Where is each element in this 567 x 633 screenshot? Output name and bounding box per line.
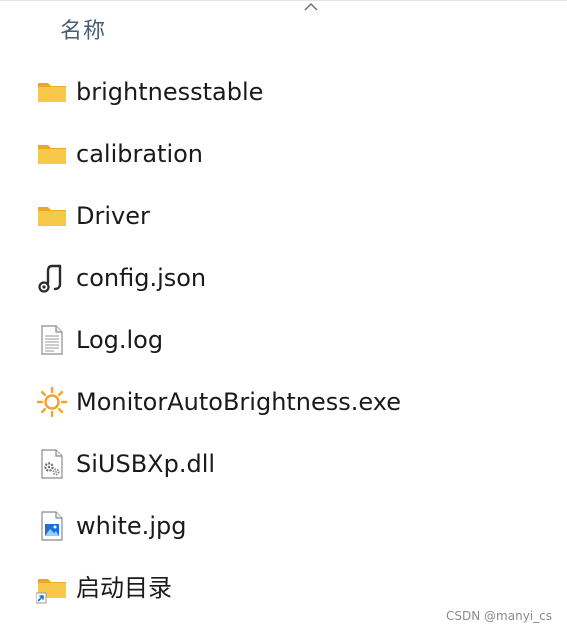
sort-ascending-icon[interactable] <box>303 1 319 11</box>
text-file-icon <box>36 324 68 356</box>
file-item-config-json[interactable]: config.json <box>0 247 567 309</box>
file-item-log-log[interactable]: Log.log <box>0 309 567 371</box>
file-item-white-jpg[interactable]: white.jpg <box>0 495 567 557</box>
file-name: calibration <box>76 140 204 168</box>
column-header-name[interactable]: 名称 <box>60 13 106 45</box>
file-name: 启动目录 <box>76 574 172 602</box>
file-item-calibration[interactable]: calibration <box>0 123 567 185</box>
column-header-border <box>0 0 567 1</box>
sun-icon <box>36 386 68 418</box>
file-name: Log.log <box>76 326 164 354</box>
file-name: Driver <box>76 202 150 230</box>
file-list: brightnesstable calibration Driver confi… <box>0 61 567 619</box>
watermark: CSDN @manyi_cs <box>446 609 552 623</box>
folder-icon <box>36 76 68 108</box>
dll-file-icon <box>36 448 68 480</box>
file-name: MonitorAutoBrightness.exe <box>76 388 401 416</box>
file-item-brightnesstable[interactable]: brightnesstable <box>0 61 567 123</box>
file-item-monitorautobrightness-exe[interactable]: MonitorAutoBrightness.exe <box>0 371 567 433</box>
file-name: brightnesstable <box>76 78 264 106</box>
folder-icon <box>36 138 68 170</box>
file-item-driver[interactable]: Driver <box>0 185 567 247</box>
folder-icon <box>36 200 68 232</box>
json-file-icon <box>36 262 68 294</box>
folder-shortcut-icon <box>36 572 68 604</box>
file-name: SiUSBXp.dll <box>76 450 216 478</box>
file-name: config.json <box>76 264 207 292</box>
file-item-siusbxp-dll[interactable]: SiUSBXp.dll <box>0 433 567 495</box>
image-file-icon <box>36 510 68 542</box>
file-name: white.jpg <box>76 512 187 540</box>
